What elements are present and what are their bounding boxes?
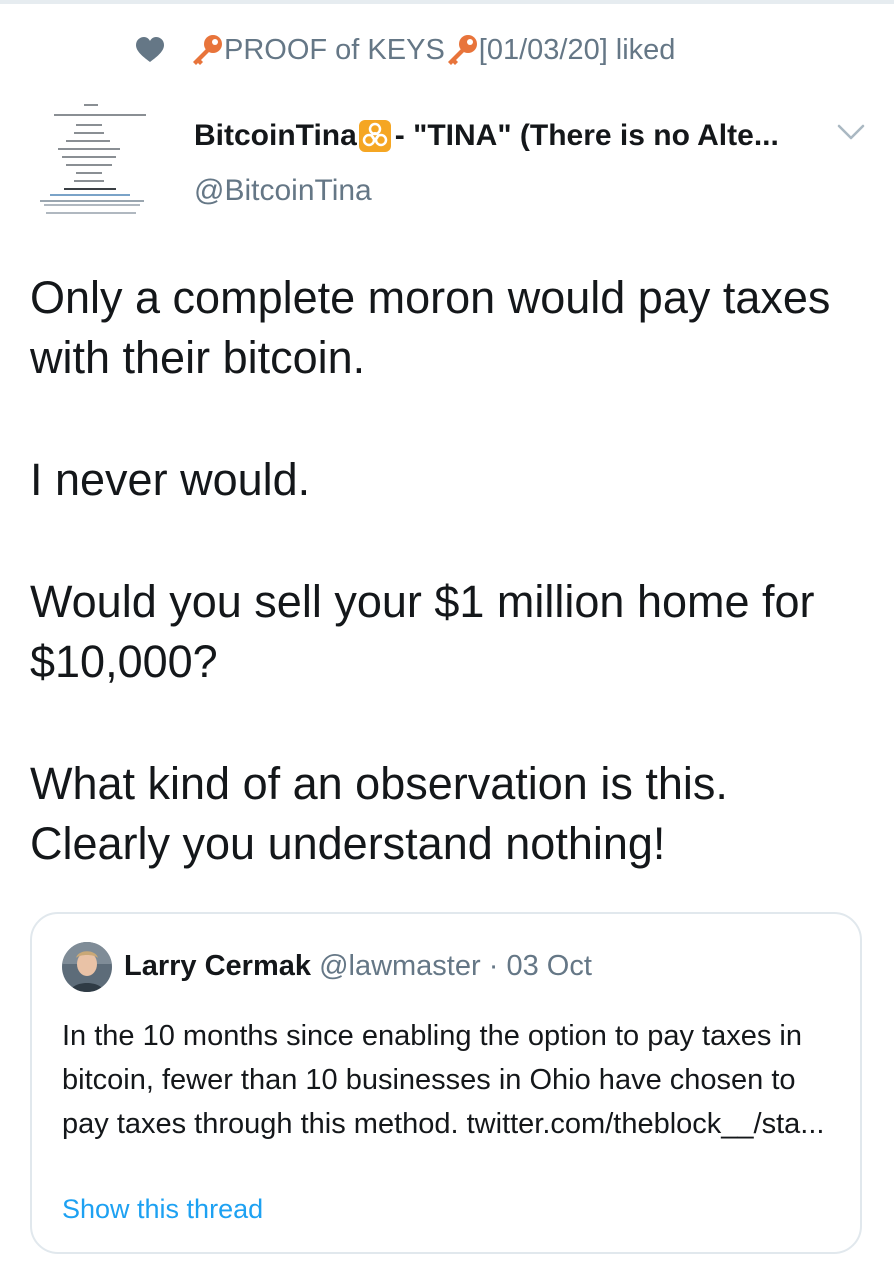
chevron-down-icon[interactable] [836,120,866,144]
quoted-author-name[interactable]: Larry Cermak [124,950,311,982]
key-icon [193,35,222,65]
key-icon [447,35,477,65]
quoted-tweet-text: In the 10 months since enabling the opti… [62,1020,825,1140]
quoted-author-handle[interactable]: @lawmaster [319,950,481,982]
show-thread-link[interactable]: Show this thread [62,1194,263,1225]
quoted-tweet-card[interactable]: Larry Cermak @lawmaster · 03 Oct In the … [30,912,862,1254]
tweet-paragraph: What kind of an observation is this. Cle… [30,758,728,869]
quoted-separator: · [488,950,499,982]
author-handle[interactable]: @BitcoinTina [194,174,372,208]
tweet-paragraph: Would you sell your $1 million home for … [30,576,815,687]
liker-date[interactable]: [01/03/20] [479,34,608,67]
author-avatar[interactable] [36,100,146,220]
quoted-author-avatar[interactable] [62,942,112,992]
liked-by-header: PROOF of KEYS [01/03/20] liked [136,30,675,70]
tweet-body: Only a complete moron would pay taxes wi… [30,268,870,874]
quoted-tweet-header: Larry Cermak @lawmaster · 03 Oct [124,946,592,986]
author-name-end: - "TINA" (There is no Alte... [394,119,779,152]
quoted-tweet-date[interactable]: 03 Oct [506,950,591,982]
heart-icon [136,37,164,62]
liked-action-label: liked [615,33,676,66]
tweet-paragraph: I never would. [30,454,311,505]
author-display-name[interactable]: BitcoinTina - "TINA" (There is no Alte..… [194,112,834,160]
tweet-paragraph: Only a complete moron would pay taxes wi… [30,272,831,383]
top-divider [0,0,894,4]
liker-name[interactable]: PROOF of KEYS [224,34,445,67]
author-name-start: BitcoinTina [194,119,357,152]
biohazard-icon [358,120,391,152]
